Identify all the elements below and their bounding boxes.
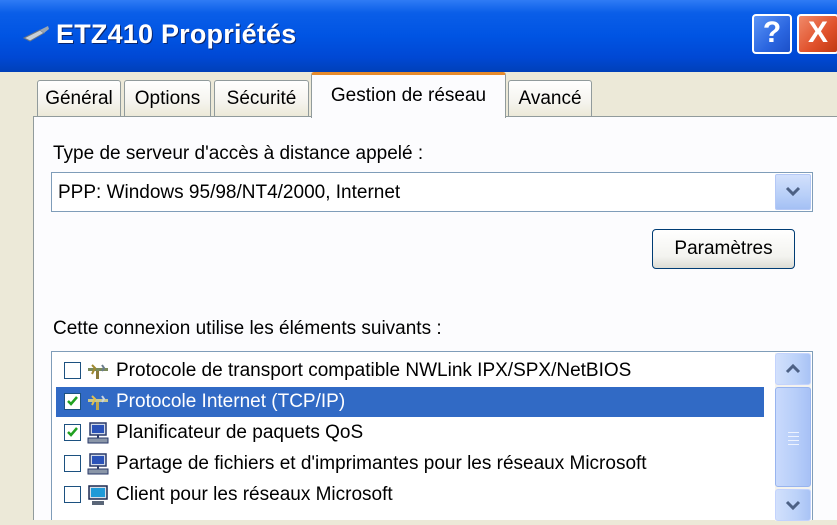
help-button[interactable]: ? [752,14,792,54]
item-label: Client pour les réseaux Microsoft [116,484,393,505]
grip-line [788,444,799,445]
list-item[interactable]: Protocole de transport compatible NWLink… [56,356,764,386]
protocol-icon [88,395,108,410]
list-item[interactable]: Planificateur de paquets QoS [56,418,764,448]
tab-networking[interactable]: Gestion de réseau [311,72,506,118]
settings-button[interactable]: Paramètres [652,229,795,269]
item-label: Protocole Internet (TCP/IP) [116,391,346,412]
item-checkbox[interactable] [64,362,81,379]
server-type-value: PPP: Windows 95/98/NT4/2000, Internet [58,182,401,203]
network-client-icon [88,485,108,505]
protocol-icon [88,364,108,379]
scroll-down-button[interactable] [775,489,811,521]
grip-line [788,432,799,433]
grip-line [788,436,799,437]
item-checkbox[interactable] [64,486,81,503]
chevron-up-icon [785,363,801,374]
item-label: Protocole de transport compatible NWLink… [116,360,632,381]
window-title: ETZ410 Propriétés [56,19,297,49]
scroll-thumb[interactable] [775,387,811,487]
components-label: Cette connexion utilise les éléments sui… [53,318,442,339]
dropdown-arrow-button[interactable] [775,174,811,210]
components-list[interactable]: Protocole de transport compatible NWLink… [51,351,813,521]
scroll-up-button[interactable] [775,353,811,385]
list-item[interactable]: Client pour les réseaux Microsoft [56,480,764,510]
checkmark-icon [67,396,78,406]
tab-advanced[interactable]: Avancé [508,80,592,116]
item-checkbox[interactable] [64,455,81,472]
title-bar[interactable]: ETZ410 Propriétés ? X [0,0,837,72]
server-type-dropdown[interactable]: PPP: Windows 95/98/NT4/2000, Internet [51,172,813,212]
grip-line [788,440,799,441]
chevron-down-icon [785,500,801,511]
tab-options[interactable]: Options [124,80,211,116]
tab-general[interactable]: Général [37,80,121,116]
chevron-down-icon [785,186,801,197]
dialup-connection-icon [22,26,49,42]
server-type-label: Type de serveur d'accès à distance appel… [53,143,424,164]
network-service-icon [87,453,109,475]
checkmark-icon [67,427,78,437]
item-label: Planificateur de paquets QoS [116,422,364,443]
vertical-scrollbar[interactable] [775,353,811,521]
list-item[interactable]: Protocole Internet (TCP/IP) [56,387,764,417]
tab-security[interactable]: Sécurité [214,80,309,116]
close-button[interactable]: X [797,14,837,54]
item-checkbox[interactable] [64,424,81,441]
item-label: Partage de fichiers et d'imprimantes pou… [116,453,647,474]
item-checkbox[interactable] [64,393,81,410]
list-item[interactable]: Partage de fichiers et d'imprimantes pou… [56,449,764,479]
network-service-icon [87,422,109,444]
